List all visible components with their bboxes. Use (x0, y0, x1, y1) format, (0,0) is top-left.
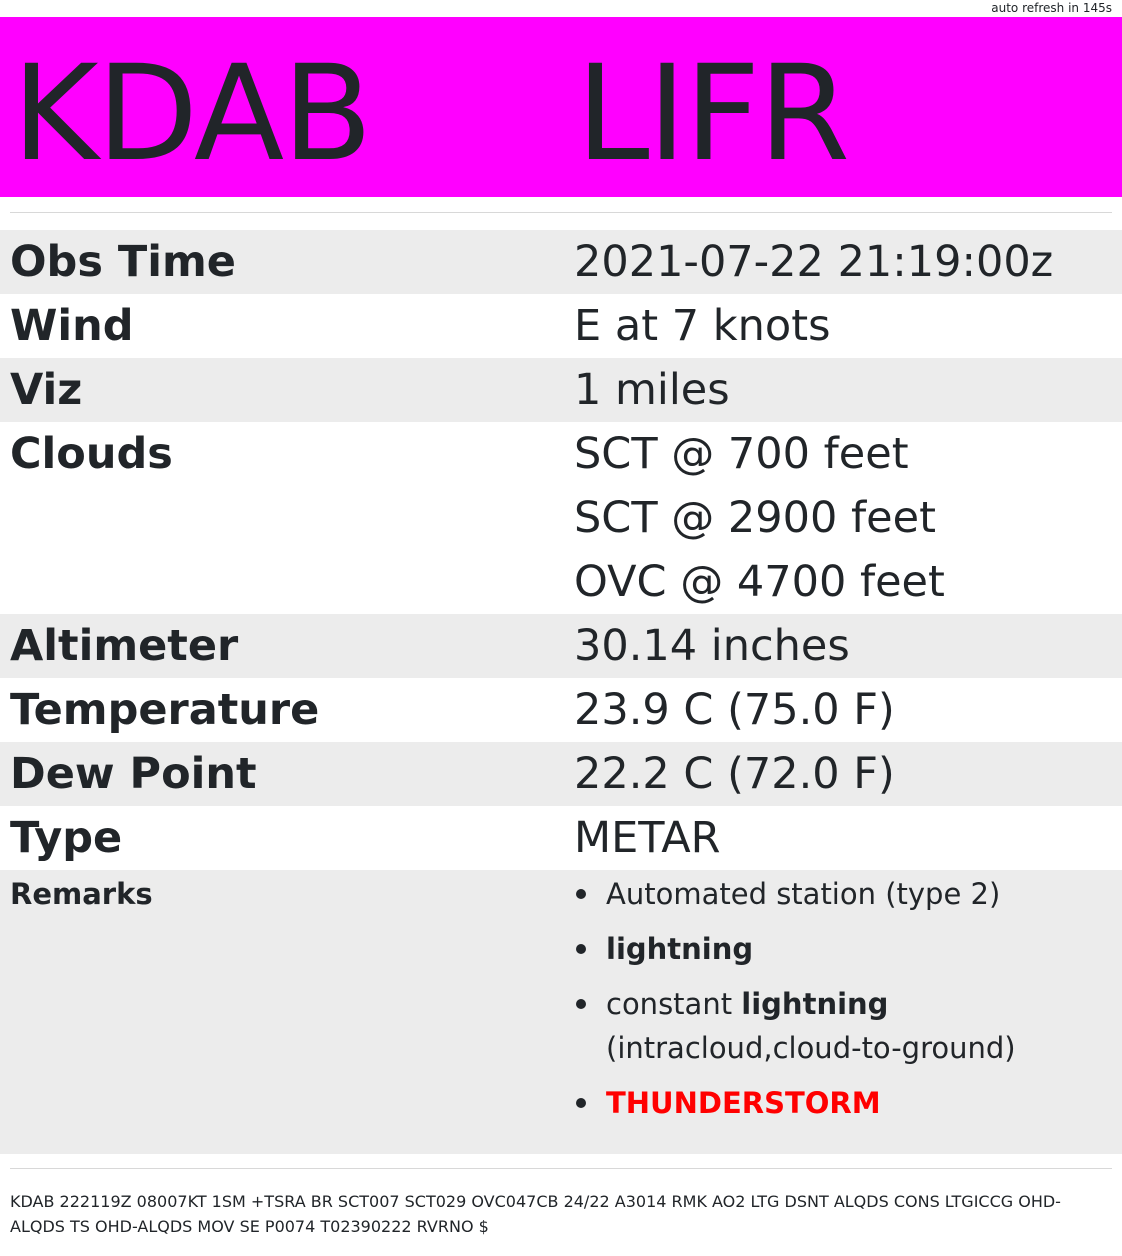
remark-constant-prefix: constant (606, 987, 733, 1021)
row-remarks: Remarks Automated station (type 2) light… (0, 870, 1122, 1154)
remark-lightning: lightning (606, 932, 754, 966)
viz-value: 1 miles (574, 365, 730, 415)
observation-table: Obs Time 2021-07-22 21:19:00z Wind E at … (0, 230, 1122, 1154)
row-dew-point: Dew Point 22.2 C (72.0 F) (0, 742, 1122, 806)
dew-point-value: 22.2 C (72.0 F) (574, 749, 895, 799)
station-id: KDAB (12, 37, 373, 191)
bullet-icon (576, 944, 586, 954)
cloud-layer: OVC @ 4700 feet (574, 557, 945, 607)
bullet-icon (576, 999, 586, 1009)
remark-item: lightning (574, 927, 1122, 971)
type-value: METAR (574, 813, 721, 863)
station-banner: KDAB LIFR (0, 17, 1122, 197)
dew-point-label: Dew Point (10, 749, 257, 799)
flight-category: LIFR (576, 37, 850, 191)
row-type: Type METAR (0, 806, 1122, 870)
remark-item: constant lightning (intracloud,cloud-to-… (574, 982, 1122, 1070)
row-viz: Viz 1 miles (0, 358, 1122, 422)
divider-top (10, 212, 1112, 213)
obs-time-value: 2021-07-22 21:19:00z (574, 237, 1054, 287)
row-obs-time: Obs Time 2021-07-22 21:19:00z (0, 230, 1122, 294)
row-wind: Wind E at 7 knots (0, 294, 1122, 358)
row-clouds: Clouds SCT @ 700 feet SCT @ 2900 feet OV… (0, 422, 1122, 614)
altimeter-value: 30.14 inches (574, 621, 850, 671)
type-label: Type (10, 813, 123, 863)
remarks-list: Automated station (type 2) lightning con… (574, 872, 1122, 1154)
cloud-layer: SCT @ 700 feet (574, 429, 909, 479)
wind-value: E at 7 knots (574, 301, 831, 351)
bullet-icon (576, 889, 586, 899)
divider-bottom (10, 1168, 1112, 1169)
obs-time-label: Obs Time (10, 237, 236, 287)
clouds-label: Clouds (10, 429, 173, 479)
cloud-layer: SCT @ 2900 feet (574, 493, 936, 543)
remark-item: THUNDERSTORM (574, 1081, 1122, 1125)
row-temperature: Temperature 23.9 C (75.0 F) (0, 678, 1122, 742)
wind-label: Wind (10, 301, 134, 351)
remark-constant-lightning: lightning (741, 987, 889, 1021)
clouds-values: SCT @ 700 feet SCT @ 2900 feet OVC @ 470… (564, 422, 1122, 614)
remarks-label: Remarks (10, 877, 153, 911)
remark-thunderstorm: THUNDERSTORM (606, 1086, 881, 1120)
remark-automated: Automated station (type 2) (606, 877, 1001, 911)
temperature-label: Temperature (10, 685, 320, 735)
auto-refresh-countdown: auto refresh in 145s (991, 1, 1112, 15)
altimeter-label: Altimeter (10, 621, 239, 671)
remarks-values: Automated station (type 2) lightning con… (564, 870, 1122, 1154)
row-altimeter: Altimeter 30.14 inches (0, 614, 1122, 678)
temperature-value: 23.9 C (75.0 F) (574, 685, 895, 735)
bullet-icon (576, 1098, 586, 1108)
raw-metar: KDAB 222119Z 08007KT 1SM +TSRA BR SCT007… (10, 1192, 1061, 1236)
remark-constant-detail: (intracloud,cloud-to-ground) (606, 1031, 1016, 1065)
remark-item: Automated station (type 2) (574, 872, 1122, 916)
viz-label: Viz (10, 365, 83, 415)
